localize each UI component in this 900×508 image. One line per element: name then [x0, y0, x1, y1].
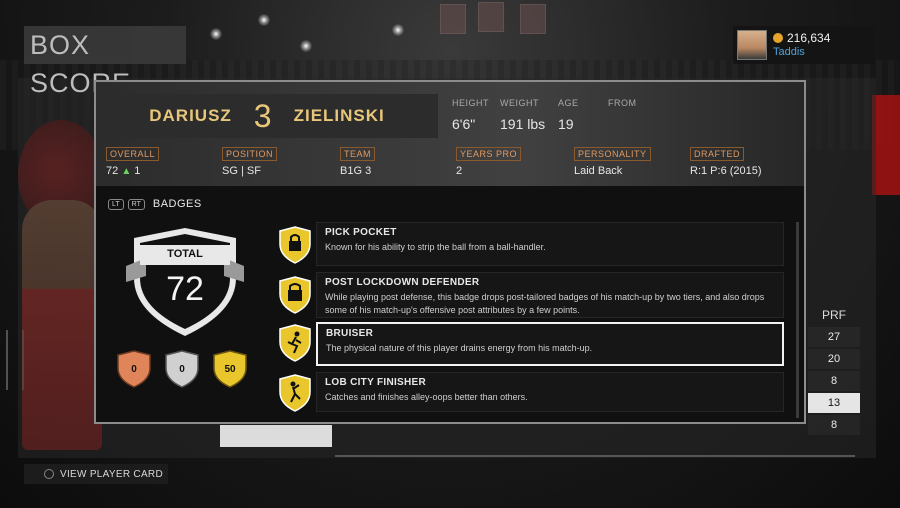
gold-tier: 50	[212, 350, 248, 388]
badge-text: PICK POCKET Known for his ability to str…	[316, 222, 784, 266]
team-value: B1G 3	[340, 165, 372, 177]
prf-cell[interactable]: 27	[808, 327, 860, 347]
overall-value: 72	[106, 165, 119, 177]
overall-label: OVERALL	[106, 147, 160, 161]
silver-tier: 0	[164, 350, 200, 388]
view-player-card-label: VIEW PLAYER CARD	[60, 468, 163, 480]
team-info: TEAM B1G 3	[340, 144, 376, 177]
badge-desc: Known for his ability to strip the ball …	[325, 242, 546, 252]
player-badges-panel: DARIUSZ 3 ZIELINSKI HEIGHT 6'6" WEIGHT 1…	[94, 80, 806, 424]
rt-button-icon[interactable]: RT	[127, 198, 145, 210]
total-value: 72	[166, 270, 204, 308]
arena-banner	[440, 4, 466, 34]
bronze-count: 0	[131, 364, 137, 375]
height-label: HEIGHT	[452, 98, 490, 108]
player-first-name: DARIUSZ	[149, 106, 232, 125]
height-stat: HEIGHT 6'6"	[452, 98, 489, 132]
table-highlight-bar	[220, 425, 332, 447]
user-profile[interactable]: 216,634 Taddis	[733, 26, 875, 64]
weight-value: 191 lbs	[500, 116, 546, 132]
age-value: 19	[558, 116, 574, 132]
arena-light	[300, 40, 312, 52]
personality-label: PERSONALITY	[574, 147, 651, 161]
table-scrollbar[interactable]	[335, 455, 855, 457]
badge-desc: Catches and finishes alley-oops better t…	[325, 392, 528, 402]
prf-column: PRF 27 20 8 13 8	[808, 305, 860, 435]
badge-name: POST LOCKDOWN DEFENDER	[325, 277, 480, 288]
silver-count: 0	[179, 364, 185, 375]
weight-label: WEIGHT	[500, 98, 539, 108]
from-stat: FROM	[608, 98, 637, 108]
prf-cell[interactable]: 8	[808, 415, 860, 435]
personality-value: Laid Back	[574, 165, 623, 177]
arena-light	[258, 14, 270, 26]
personality-info: PERSONALITY Laid Back	[574, 144, 651, 177]
bronze-tier: 0	[116, 350, 152, 388]
arena-light	[210, 28, 222, 40]
badge-name: LOB CITY FINISHER	[325, 377, 427, 388]
arena-light	[392, 24, 404, 36]
view-player-card-button[interactable]: VIEW PLAYER CARD	[24, 464, 168, 484]
hand-lock-icon	[279, 226, 311, 264]
lock-shield-icon	[279, 276, 311, 314]
badge-desc: While playing post defense, this badge d…	[325, 292, 765, 315]
drafted-value: R:1 P:6 (2015)	[690, 165, 762, 177]
prf-cell[interactable]: 8	[808, 371, 860, 391]
up-arrow-icon: ▲	[121, 166, 132, 177]
name-plate: DARIUSZ 3 ZIELINSKI	[96, 94, 438, 138]
total-badges-shield: TOTAL 72	[126, 226, 244, 338]
avatar	[737, 30, 767, 60]
badge-tier-counts: 0 0 50	[116, 350, 248, 388]
position-info: POSITION SG | SF	[222, 144, 278, 177]
lt-button-icon[interactable]: LT	[108, 198, 124, 210]
badge-text: POST LOCKDOWN DEFENDER While playing pos…	[316, 272, 784, 318]
drafted-label: DRAFTED	[690, 147, 744, 161]
arena-banner	[872, 95, 900, 195]
height-value: 6'6"	[452, 116, 476, 132]
player-header: DARIUSZ 3 ZIELINSKI HEIGHT 6'6" WEIGHT 1…	[96, 82, 804, 186]
team-label: TEAM	[340, 147, 376, 161]
age-stat: AGE 19	[558, 98, 579, 132]
overall-change: 1	[134, 165, 141, 177]
player-info-row: OVERALL 72 ▲ 1 POSITION SG | SF TEAM B1G…	[104, 144, 794, 180]
years-pro-value: 2	[456, 165, 463, 177]
vc-balance: 216,634	[787, 31, 831, 45]
runner-icon	[279, 324, 311, 362]
controller-button-icon	[44, 469, 54, 479]
age-label: AGE	[558, 98, 579, 108]
username: Taddis	[773, 46, 805, 58]
position-value: SG | SF	[222, 165, 261, 177]
badge-list-scrollbar[interactable]	[796, 222, 799, 418]
prf-cell-selected[interactable]: 13	[808, 393, 860, 413]
badges-title: BADGES	[152, 198, 202, 210]
arena-banner	[520, 4, 546, 34]
dunk-icon	[279, 374, 311, 412]
badges-header: LT RT BADGES	[108, 198, 202, 210]
position-label: POSITION	[222, 147, 278, 161]
total-label: TOTAL	[167, 248, 203, 260]
arena-banner	[478, 2, 504, 32]
player-number: 3	[253, 97, 272, 134]
prf-cell[interactable]: 20	[808, 349, 860, 369]
years-pro-label: YEARS PRO	[456, 147, 522, 161]
badge-desc: The physical nature of this player drain…	[326, 343, 593, 353]
badge-name: BRUISER	[326, 328, 374, 339]
badge-name: PICK POCKET	[325, 227, 397, 238]
badge-text: LOB CITY FINISHER Catches and finishes a…	[316, 372, 784, 412]
overall-info: OVERALL 72 ▲ 1	[106, 144, 160, 177]
vc-coin-icon	[773, 33, 783, 43]
from-label: FROM	[608, 98, 637, 108]
weight-stat: WEIGHT 191 lbs	[500, 98, 545, 132]
prf-header: PRF	[822, 308, 846, 322]
player-last-name: ZIELINSKI	[293, 106, 385, 125]
years-pro-info: YEARS PRO 2	[456, 144, 522, 177]
page-title-box: BOX SCORE	[24, 26, 186, 98]
drafted-info: DRAFTED R:1 P:6 (2015)	[690, 144, 762, 177]
gold-count: 50	[224, 364, 236, 375]
badge-text: BRUISER The physical nature of this play…	[316, 322, 784, 366]
